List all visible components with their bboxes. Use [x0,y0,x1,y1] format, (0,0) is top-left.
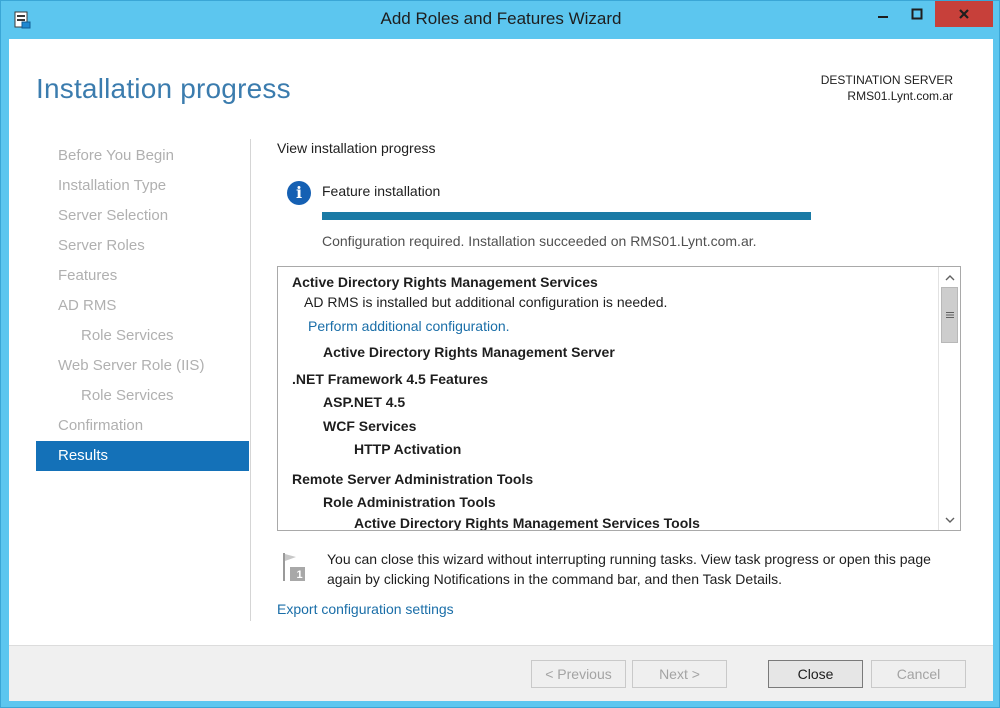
result-item: ASP.NET 4.5 [323,394,406,410]
maximize-button[interactable] [900,1,934,27]
nav-item-features[interactable]: Features [36,261,249,291]
destination-server-label: DESTINATION SERVER [820,73,953,87]
installation-status-text: Configuration required. Installation suc… [322,233,757,249]
result-item: Active Directory Rights Management Servi… [354,515,700,531]
cancel-button[interactable]: Cancel [871,660,966,688]
perform-configuration-link[interactable]: Perform additional configuration. [308,318,510,334]
chevron-down-icon [945,517,954,523]
results-list[interactable]: Active Directory Rights Management Servi… [277,266,961,531]
title-bar[interactable]: Add Roles and Features Wizard [1,1,1000,39]
notification-text: You can close this wizard without interr… [327,551,931,587]
window-title: Add Roles and Features Wizard [380,9,622,28]
previous-button[interactable]: < Previous [531,660,626,688]
result-item: Active Directory Rights Management Servi… [292,274,598,290]
nav-item-confirmation[interactable]: Confirmation [36,411,249,441]
result-item: Role Administration Tools [323,494,496,510]
result-item: AD RMS is installed but additional confi… [304,294,668,310]
results-scrollbar[interactable] [938,267,960,530]
close-button[interactable]: Close [768,660,863,688]
nav-item-server-selection[interactable]: Server Selection [36,201,249,231]
scroll-up-button[interactable] [939,267,960,287]
grip-icon [945,312,954,318]
nav-item-installation-type[interactable]: Installation Type [36,171,249,201]
minimize-icon [878,16,888,18]
result-item: Remote Server Administration Tools [292,471,534,487]
wizard-client-area: Installation progress DESTINATION SERVER… [9,39,993,701]
minimize-button[interactable] [866,1,900,27]
progress-fill [322,212,811,220]
nav-item-ad-rms[interactable]: AD RMS [36,291,249,321]
next-button[interactable]: Next > [632,660,727,688]
close-window-button[interactable] [935,1,993,27]
page-title: Installation progress [36,73,291,104]
result-item: Active Directory Rights Management Serve… [323,344,615,360]
result-item: .NET Framework 4.5 Features [292,371,489,387]
nav-divider [250,139,251,621]
wizard-window: Add Roles and Features Wizard Installati… [0,0,1000,708]
notification-badge: 1 [296,569,303,581]
info-icon: i [287,181,311,205]
scroll-down-button[interactable] [939,510,960,530]
export-configuration-link[interactable]: Export configuration settings [277,601,454,617]
nav-item-web-server-role-iis[interactable]: Web Server Role (IIS) [36,351,249,381]
view-title: View installation progress [277,140,436,156]
destination-server-name: RMS01.Lynt.com.ar [847,89,953,103]
nav-item-role-services[interactable]: Role Services [36,321,249,351]
wizard-nav: Before You Begin Installation Type Server … [36,141,249,471]
feature-installation-label: Feature installation [322,183,441,199]
nav-item-server-roles[interactable]: Server Roles [36,231,249,261]
maximize-icon [911,8,923,20]
result-item: HTTP Activation [354,441,462,457]
scroll-thumb[interactable] [941,287,958,343]
result-item: WCF Services [323,418,417,434]
close-icon [959,9,969,19]
wizard-footer: < Previous Next > Close Cancel [9,645,993,701]
nav-item-results[interactable]: Results [36,441,249,471]
nav-item-before-you-begin[interactable]: Before You Begin [36,141,249,171]
installation-progress-bar [322,212,811,220]
nav-item-role-services[interactable]: Role Services [36,381,249,411]
chevron-up-icon [945,274,954,280]
destination-server-info: DESTINATION SERVER RMS01.Lynt.com.ar [821,72,953,104]
